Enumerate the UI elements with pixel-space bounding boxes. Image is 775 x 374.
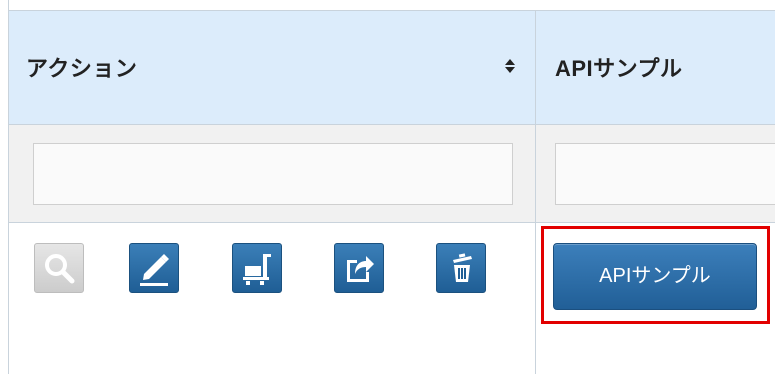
filter-input-api-sample[interactable] <box>555 143 775 205</box>
trash-icon <box>453 253 472 282</box>
data-table: アクション APIサンプル APIサンプル <box>0 0 775 374</box>
delete-button[interactable] <box>436 243 486 293</box>
api-sample-button[interactable]: APIサンプル <box>553 243 757 310</box>
column-header-actions[interactable]: アクション <box>9 11 536 125</box>
sort-icon[interactable] <box>505 59 515 73</box>
export-button[interactable] <box>334 243 384 293</box>
column-header-api-sample: APIサンプル <box>536 11 775 125</box>
view-button[interactable] <box>34 243 84 293</box>
edit-button[interactable] <box>129 243 179 293</box>
share-icon <box>347 256 374 282</box>
search-icon <box>45 254 75 284</box>
edit-icon <box>140 254 169 286</box>
cart-button[interactable] <box>232 243 282 293</box>
column-header-label: アクション <box>26 56 138 81</box>
column-header-label: APIサンプル <box>555 56 683 81</box>
cart-icon <box>243 254 271 285</box>
filter-input-actions[interactable] <box>33 143 513 205</box>
